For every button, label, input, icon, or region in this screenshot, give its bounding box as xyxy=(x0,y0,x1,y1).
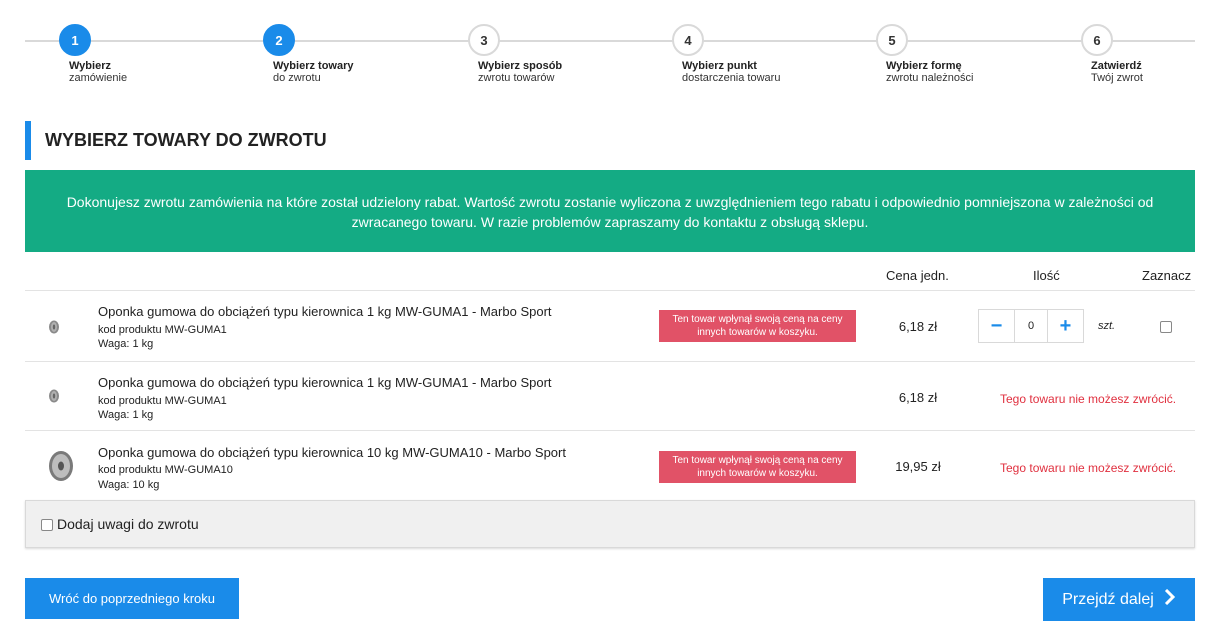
step-title: Wybierz punkt xyxy=(682,60,757,72)
decrease-button[interactable]: − xyxy=(979,310,1014,342)
return-notes-panel: Dodaj uwagi do zwrotu xyxy=(25,500,1195,548)
step-subtitle: zwrotu towarów xyxy=(478,72,555,84)
step-subtitle: zwrotu należności xyxy=(886,72,974,84)
page-title: WYBIERZ TOWARY DO ZWROTU xyxy=(25,121,327,160)
product-name: Oponka gumowa do obciążeń typu kierownic… xyxy=(98,445,566,460)
quantity-stepper: − 0 + xyxy=(978,309,1084,343)
column-header-qty: Ilość xyxy=(1033,268,1060,283)
step-number: 4 xyxy=(672,24,704,56)
price-impact-warning: Ten towar wpłynął swoją ceną na ceny inn… xyxy=(659,451,856,483)
step-title: Wybierz towary xyxy=(273,60,354,72)
product-name: Oponka gumowa do obciążeń typu kierownic… xyxy=(98,375,552,390)
step-title: Wybierz sposób xyxy=(478,60,563,72)
table-row: Oponka gumowa do obciążeń typu kierownic… xyxy=(25,430,1195,500)
step-number: 5 xyxy=(876,24,908,56)
add-notes-label[interactable]: Dodaj uwagi do zwrotu xyxy=(57,516,199,532)
increase-button[interactable]: + xyxy=(1048,310,1083,342)
next-button[interactable]: Przejdź dalej xyxy=(1043,578,1195,621)
step-title: Zatwierdź xyxy=(1091,60,1142,72)
discount-info-banner: Dokonujesz zwrotu zamówienia na które zo… xyxy=(25,170,1195,252)
step-subtitle: dostarczenia towaru xyxy=(682,72,781,84)
product-thumbnail xyxy=(47,319,61,340)
step-number: 3 xyxy=(468,24,500,56)
column-header-price: Cena jedn. xyxy=(886,268,949,283)
chevron-right-icon xyxy=(1164,588,1176,610)
not-returnable-message: Tego towaru nie możesz zwrócić. xyxy=(1000,461,1177,475)
add-notes-checkbox[interactable] xyxy=(41,519,53,531)
step-5: 5 Wybierz formę zwrotu należności xyxy=(876,24,1056,84)
quantity-unit: szt. xyxy=(1098,320,1116,332)
select-checkbox[interactable] xyxy=(1160,321,1172,333)
product-name: Oponka gumowa do obciążeń typu kierownic… xyxy=(98,304,552,319)
step-4: 4 Wybierz punkt dostarczenia towaru xyxy=(672,24,852,84)
column-header-select: Zaznacz xyxy=(1142,268,1192,283)
next-button-label: Przejdź dalej xyxy=(1062,590,1154,608)
back-button[interactable]: Wróć do poprzedniego kroku xyxy=(25,578,239,619)
table-row: Oponka gumowa do obciążeń typu kierownic… xyxy=(25,290,1195,362)
table-row: Oponka gumowa do obciążeń typu kierownic… xyxy=(25,361,1195,431)
step-subtitle: zamówienie xyxy=(69,72,128,84)
product-weight: Waga: 10 kg xyxy=(98,479,160,491)
product-code: kod produktu MW-GUMA1 xyxy=(98,395,227,407)
product-code: kod produktu MW-GUMA1 xyxy=(98,324,227,336)
not-returnable-message: Tego towaru nie możesz zwrócić. xyxy=(1000,392,1177,406)
step-title: Wybierz xyxy=(69,60,111,72)
step-3: 3 Wybierz sposób zwrotu towarów xyxy=(468,24,648,84)
step-number: 1 xyxy=(59,24,91,56)
step-title: Wybierz formę xyxy=(886,60,962,72)
step-1[interactable]: 1 Wybierz zamówienie xyxy=(59,24,239,84)
unit-price: 6,18 zł xyxy=(898,319,938,334)
step-number: 2 xyxy=(263,24,295,56)
quantity-input[interactable]: 0 xyxy=(1014,310,1048,342)
product-weight: Waga: 1 kg xyxy=(98,409,154,421)
step-number: 6 xyxy=(1081,24,1113,56)
unit-price: 6,18 zł xyxy=(898,390,938,405)
product-code: kod produktu MW-GUMA10 xyxy=(98,464,233,476)
price-impact-warning: Ten towar wpłynął swoją ceną na ceny inn… xyxy=(659,310,856,342)
step-6: 6 Zatwierdź Twój zwrot xyxy=(1081,24,1191,84)
unit-price: 19,95 zł xyxy=(895,459,941,474)
step-subtitle: Twój zwrot xyxy=(1091,72,1143,84)
step-2[interactable]: 2 Wybierz towary do zwrotu xyxy=(263,24,443,84)
step-subtitle: do zwrotu xyxy=(273,72,321,84)
product-thumbnail xyxy=(47,388,61,409)
product-thumbnail xyxy=(47,449,75,488)
product-weight: Waga: 1 kg xyxy=(98,338,154,350)
checkout-stepper: 1 Wybierz zamówienie 2 Wybierz towary do… xyxy=(0,0,1210,100)
